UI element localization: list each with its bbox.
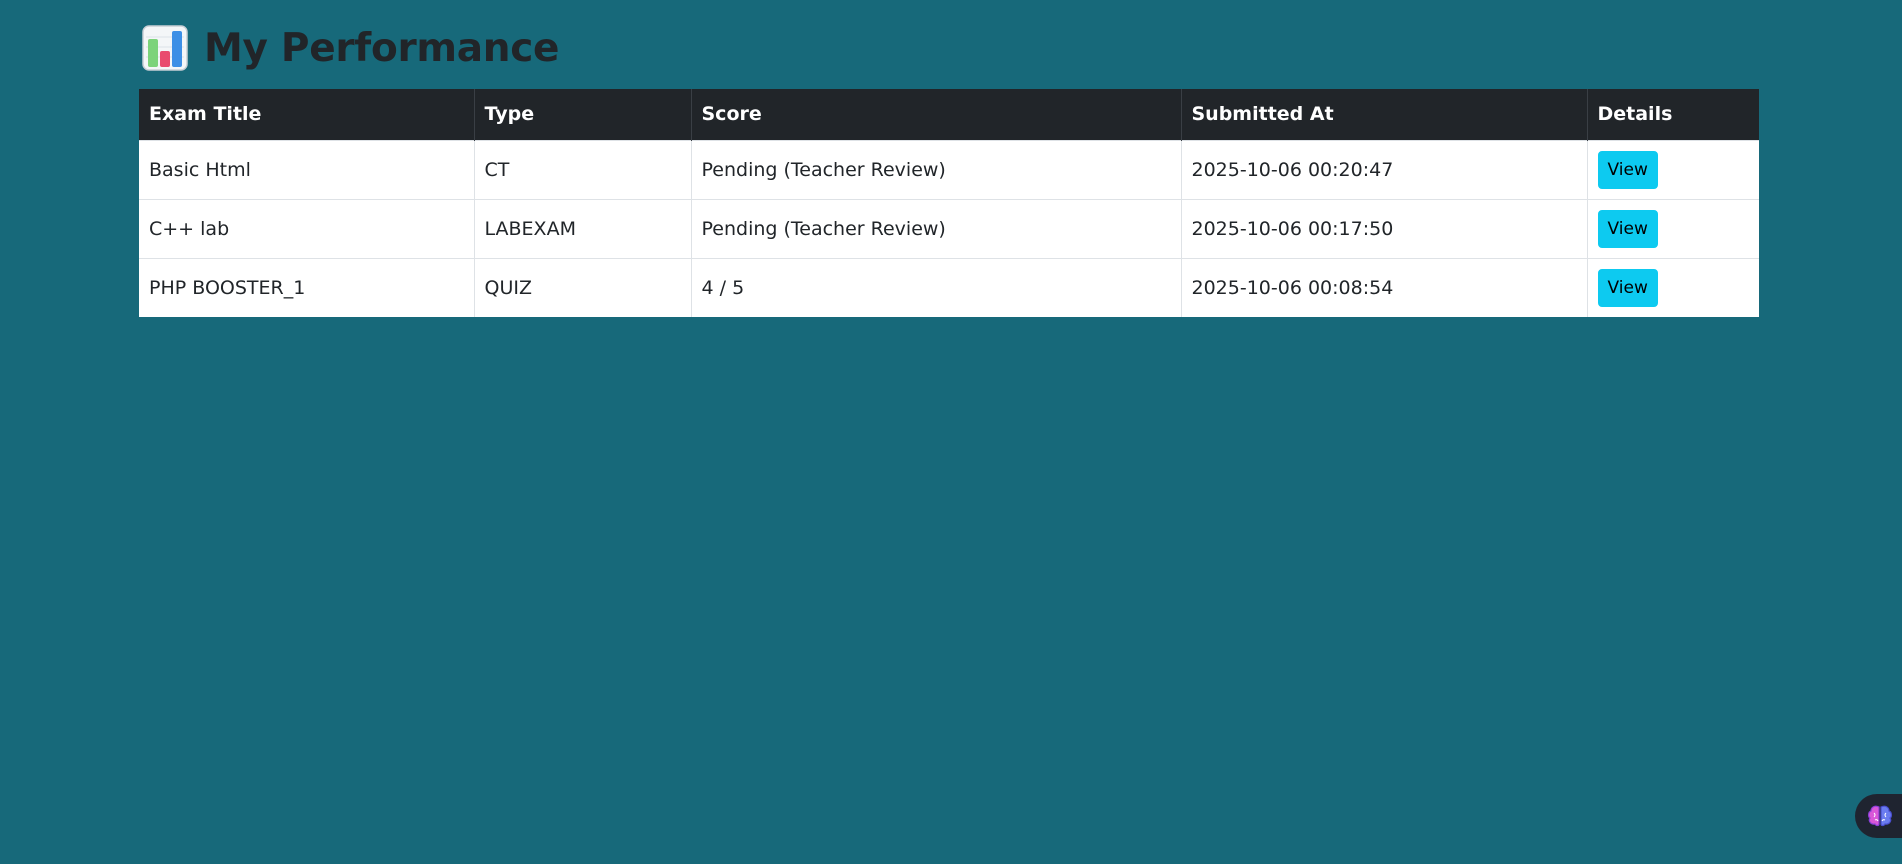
assistant-launcher-button[interactable]	[1855, 794, 1902, 838]
cell-submitted-at: 2025-10-06 00:20:47	[1181, 139, 1588, 199]
column-header-exam-title: Exam Title	[139, 89, 475, 140]
cell-exam-title: Basic Html	[139, 139, 475, 199]
column-header-type: Type	[474, 89, 692, 140]
view-button[interactable]: View	[1597, 150, 1658, 189]
page-header: My Performance	[142, 20, 559, 76]
view-button[interactable]: View	[1597, 209, 1658, 248]
cell-details: View	[1587, 139, 1759, 199]
page: My Performance Exam Title Type Score Sub…	[0, 0, 1902, 864]
cell-exam-title: C++ lab	[139, 198, 475, 258]
cell-score: Pending (Teacher Review)	[691, 139, 1182, 199]
cell-type: LABEXAM	[474, 198, 692, 258]
cell-details: View	[1587, 198, 1759, 258]
brain-icon	[1868, 805, 1892, 827]
table-row: C++ lab LABEXAM Pending (Teacher Review)…	[139, 198, 1759, 258]
cell-submitted-at: 2025-10-06 00:17:50	[1181, 198, 1588, 258]
column-header-details: Details	[1587, 89, 1759, 140]
cell-type: CT	[474, 139, 692, 199]
column-header-score: Score	[691, 89, 1182, 140]
cell-submitted-at: 2025-10-06 00:08:54	[1181, 257, 1588, 317]
cell-details: View	[1587, 257, 1759, 317]
page-title: My Performance	[204, 25, 560, 71]
bar-chart-icon	[142, 25, 188, 71]
cell-exam-title: PHP BOOSTER_1	[139, 257, 475, 317]
table-row: PHP BOOSTER_1 QUIZ 4 / 5 2025-10-06 00:0…	[139, 257, 1759, 317]
cell-score: 4 / 5	[691, 257, 1182, 317]
performance-table: Exam Title Type Score Submitted At Detai…	[139, 89, 1759, 317]
table-row: Basic Html CT Pending (Teacher Review) 2…	[139, 139, 1759, 199]
cell-score: Pending (Teacher Review)	[691, 198, 1182, 258]
table-header-row: Exam Title Type Score Submitted At Detai…	[139, 89, 1759, 140]
cell-type: QUIZ	[474, 257, 692, 317]
column-header-submitted-at: Submitted At	[1181, 89, 1588, 140]
view-button[interactable]: View	[1597, 268, 1658, 307]
